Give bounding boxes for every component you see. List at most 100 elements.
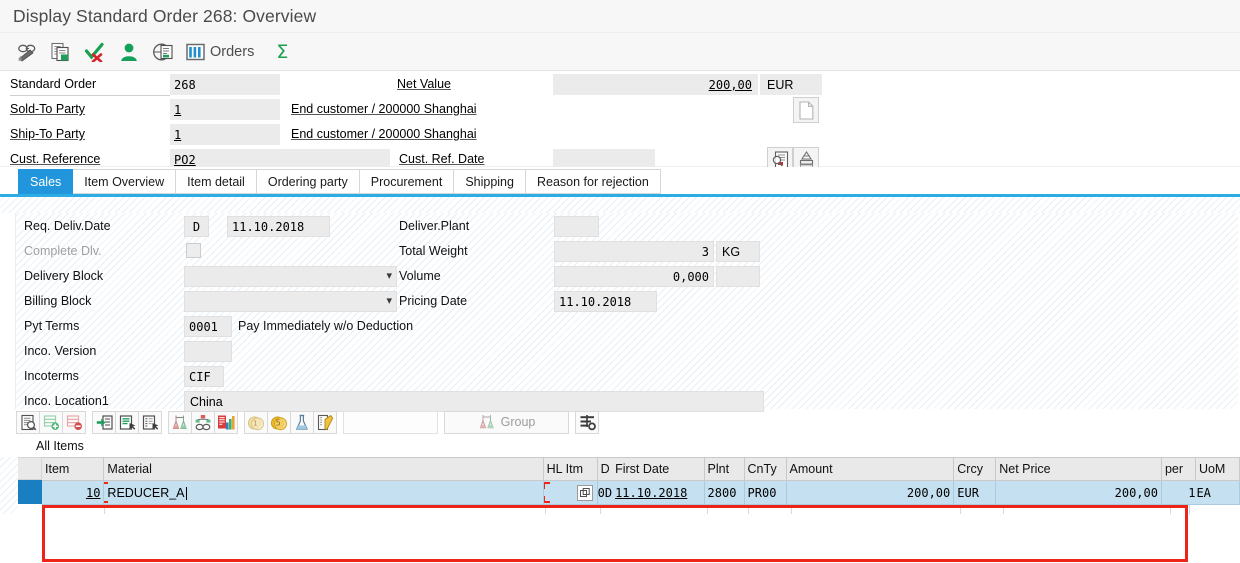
total-weight-label: Total Weight (399, 244, 468, 258)
sold-to-party-field[interactable]: 1 (170, 99, 280, 120)
all-items-caption-row: All Items (0, 435, 1240, 457)
cell-plnt-value: 2800 (707, 485, 737, 500)
billing-block-select[interactable]: ▾ (184, 291, 397, 312)
row-selector-cell[interactable] (18, 480, 42, 504)
delivery-block-label: Delivery Block (24, 269, 104, 283)
pyt-terms-value: 0001 (189, 319, 218, 334)
col-d[interactable]: D (597, 457, 613, 481)
business-partner-icon[interactable] (112, 37, 146, 67)
volume-value: 0,000 (672, 269, 709, 284)
pricing-date-field[interactable]: 11.10.2018 (554, 291, 657, 312)
total-weight-field[interactable]: 3 (554, 241, 714, 262)
pricing-5-icon[interactable]: 5 (267, 410, 291, 434)
ship-to-party-description[interactable]: End customer / 200000 Shanghai (291, 127, 477, 141)
standard-order-label: Standard Order (10, 77, 170, 96)
copy-document-icon[interactable] (44, 37, 78, 67)
delivery-block-select[interactable]: ▾ (184, 266, 397, 287)
cell-d[interactable]: 0D (597, 480, 613, 505)
cell-hl-itm[interactable] (543, 480, 598, 505)
document-flow-icon[interactable] (146, 37, 180, 67)
col-net-price[interactable]: Net Price (995, 457, 1162, 481)
goto-item-icon[interactable] (92, 410, 116, 434)
col-crcy[interactable]: Crcy (953, 457, 997, 481)
inco-location1-label: Inco. Location1 (24, 394, 109, 408)
value-help-icon[interactable] (576, 484, 593, 501)
net-value-currency: EUR (767, 77, 794, 92)
cell-per[interactable]: 1 (1161, 480, 1196, 505)
cell-net-price-value: 200,00 (1114, 485, 1158, 500)
tab-shipping[interactable]: Shipping (454, 169, 526, 194)
pricing-conditions-icon[interactable]: 1 (244, 410, 268, 434)
table-row[interactable]: 10 REDUCER_A 0D 11.10.2018 2800 PR00 200… (42, 480, 1240, 505)
net-value-amount: 200,00 (708, 77, 752, 92)
standard-order-field[interactable]: 268 (170, 74, 280, 95)
table-settings-icon[interactable] (575, 410, 599, 434)
total-weight-unit-field: KG (716, 241, 760, 262)
cell-per-value: 1 (1188, 485, 1196, 500)
field-bracket-bl (543, 496, 550, 503)
inco-location1-value: China (190, 394, 223, 409)
cell-first-date[interactable]: 11.10.2018 (612, 480, 705, 505)
col-per[interactable]: per (1161, 457, 1196, 481)
cell-crcy[interactable]: EUR (953, 480, 997, 505)
group-button[interactable]: Group (444, 410, 569, 434)
req-deliv-date-field[interactable]: 11.10.2018 (227, 216, 330, 237)
insert-row-icon[interactable] (39, 410, 63, 434)
req-deliv-date-type-field[interactable]: D (184, 216, 209, 237)
volume-field[interactable]: 0,000 (554, 266, 714, 287)
complete-dlv-checkbox[interactable] (186, 243, 201, 258)
total-weight-value: 3 (701, 244, 709, 259)
deliver-plant-field[interactable] (554, 216, 599, 237)
tab-item-detail[interactable]: Item detail (176, 169, 257, 194)
cell-material[interactable]: REDUCER_A (103, 480, 544, 505)
paste-item-icon[interactable] (138, 410, 162, 434)
grid-left-gutter (0, 457, 18, 514)
ship-to-party-field[interactable]: 1 (170, 124, 280, 145)
sold-to-party-description[interactable]: End customer / 200000 Shanghai (291, 102, 477, 116)
page-icon[interactable] (793, 97, 819, 123)
col-first-date[interactable]: First Date (612, 457, 705, 481)
check-incomplete-icon[interactable] (78, 37, 112, 67)
delete-row-icon[interactable] (62, 410, 86, 434)
item-notes-icon[interactable] (313, 410, 337, 434)
incoterms-field[interactable]: CIF (184, 366, 224, 387)
sigma-icon[interactable]: Σ (262, 37, 302, 67)
display-configuration-icon[interactable] (191, 410, 215, 434)
col-uom[interactable]: UoM (1195, 457, 1240, 481)
inco-version-field[interactable] (184, 341, 232, 362)
col-hl-itm[interactable]: HL Itm (543, 457, 598, 481)
orders-button[interactable]: Orders (180, 37, 262, 67)
group-button-label: Group (500, 415, 536, 429)
batch-determination-icon[interactable] (290, 410, 314, 434)
col-plnt[interactable]: Plnt (704, 457, 745, 481)
tab-ordering-party[interactable]: Ordering party (256, 169, 360, 194)
col-cnty[interactable]: CnTy (744, 457, 787, 481)
display-change-icon[interactable] (10, 37, 44, 67)
cell-item[interactable]: 10 (42, 480, 105, 505)
item-toolbar-input[interactable] (343, 410, 438, 434)
col-material[interactable]: Material (103, 457, 544, 481)
tab-sales[interactable]: Sales (18, 169, 74, 194)
tab-label: Item Overview (84, 174, 165, 189)
pyt-terms-field[interactable]: 0001 (184, 316, 232, 337)
configuration-icon[interactable] (168, 410, 192, 434)
tab-procurement[interactable]: Procurement (359, 169, 455, 194)
cell-cnty[interactable]: PR00 (744, 480, 787, 505)
availability-chart-icon[interactable] (214, 410, 238, 434)
cell-uom[interactable]: EA (1195, 480, 1240, 505)
cell-amount[interactable]: 200,00 (786, 480, 955, 505)
copy-item-icon[interactable] (115, 410, 139, 434)
grid-select-all-corner[interactable] (18, 457, 42, 480)
display-item-detail-icon[interactable] (16, 410, 40, 434)
tab-reason-for-rejection[interactable]: Reason for rejection (525, 169, 661, 194)
col-amount[interactable]: Amount (786, 457, 955, 481)
standard-order-value: 268 (174, 77, 196, 92)
net-value-currency-field: EUR (760, 74, 822, 95)
tab-label: Reason for rejection (536, 174, 649, 189)
cell-net-price[interactable]: 200,00 (995, 480, 1162, 505)
tab-label: Ordering party (267, 174, 348, 189)
tab-item-overview[interactable]: Item Overview (73, 169, 177, 194)
cell-plnt[interactable]: 2800 (704, 480, 745, 505)
col-item[interactable]: Item (42, 457, 105, 481)
tab-label: Procurement (370, 174, 443, 189)
